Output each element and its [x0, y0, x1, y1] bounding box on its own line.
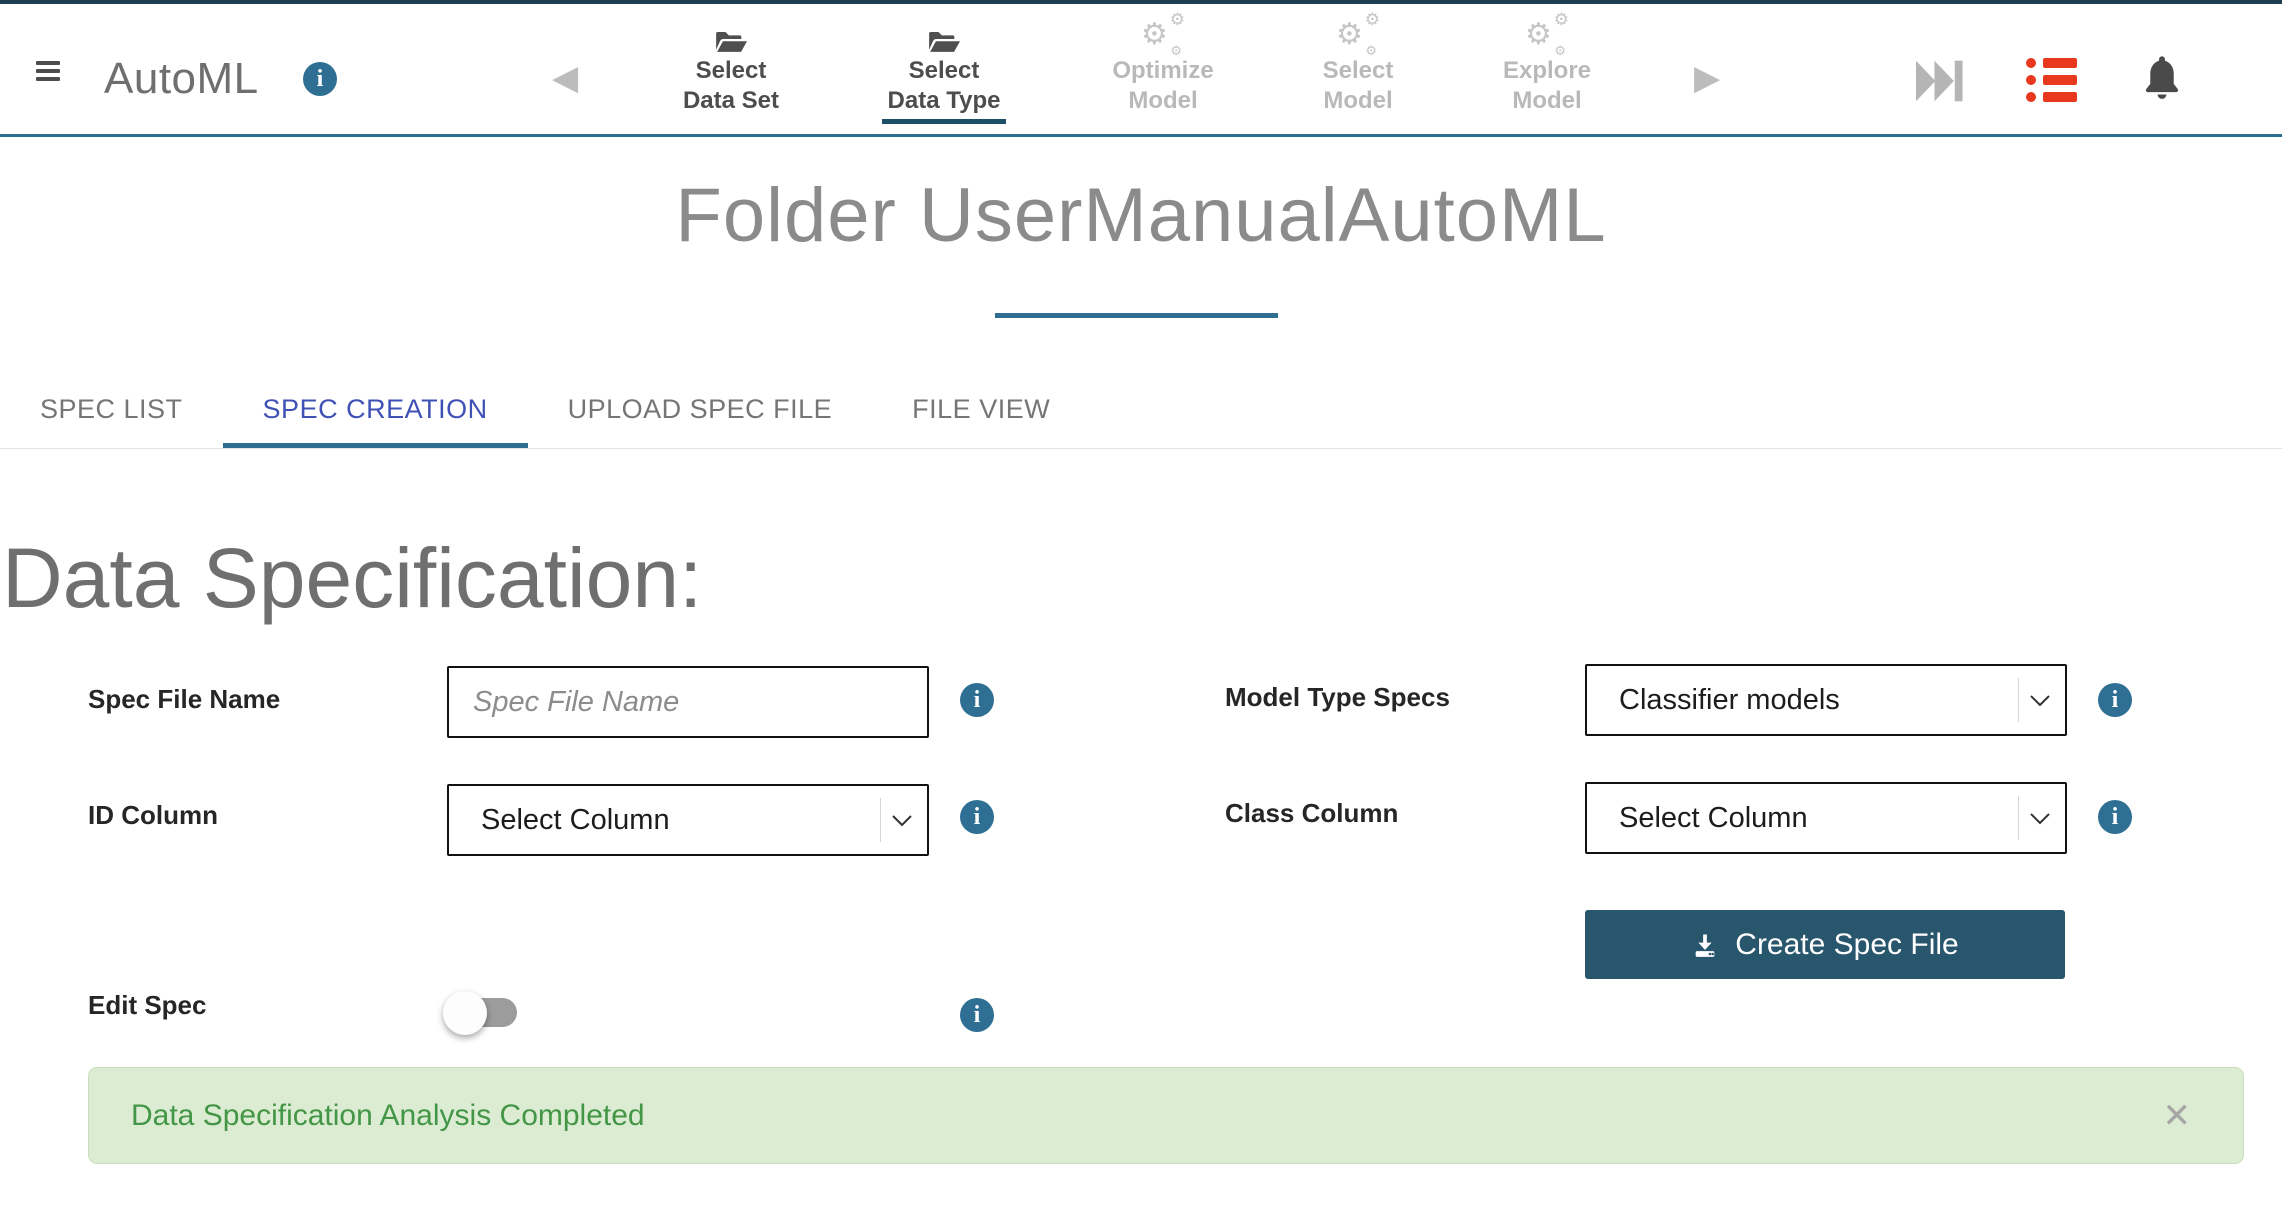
chevron-down-icon [881, 814, 927, 827]
id-column-select[interactable]: Select Column [447, 784, 929, 856]
step-label: Select Model [1270, 56, 1446, 116]
spec-file-name-label: Spec File Name [88, 684, 280, 715]
step-select-data-type[interactable]: Select Data Type [856, 16, 1032, 124]
info-circle-icon[interactable]: i [960, 683, 994, 717]
bell-icon[interactable] [2140, 54, 2184, 107]
gears-icon: ⚙⚙⚙ [1459, 16, 1635, 56]
info-circle-icon[interactable]: i [960, 800, 994, 834]
hamburger-icon[interactable] [36, 61, 62, 83]
folder-open-icon [856, 16, 1032, 56]
download-icon [1691, 931, 1719, 959]
step-optimize-model[interactable]: ⚙⚙⚙ Optimize Model [1075, 16, 1251, 116]
info-circle-icon[interactable]: i [303, 62, 337, 96]
gears-icon: ⚙⚙⚙ [1270, 16, 1446, 56]
stepper-next-arrow[interactable]: ▶ [1694, 58, 1720, 98]
chevron-down-icon [2019, 812, 2065, 825]
model-type-specs-label: Model Type Specs [1225, 682, 1450, 713]
tab-bar: SPEC LIST SPEC CREATION UPLOAD SPEC FILE… [0, 370, 2282, 449]
fast-forward-icon[interactable] [1916, 60, 1964, 107]
tab-file-view[interactable]: FILE VIEW [872, 370, 1090, 449]
create-spec-file-button[interactable]: Create Spec File [1585, 910, 2065, 979]
info-circle-icon[interactable]: i [960, 998, 994, 1032]
tab-upload-spec-file[interactable]: UPLOAD SPEC FILE [528, 370, 873, 449]
info-circle-icon[interactable]: i [2098, 683, 2132, 717]
list-icon[interactable] [2026, 58, 2078, 104]
step-label: Select Data Set [643, 56, 819, 116]
step-label: Explore Model [1459, 56, 1635, 116]
navbar: AutoML i ◀ Select Data Set [0, 4, 2282, 137]
tabs-divider [0, 448, 2282, 449]
app-title: AutoML [104, 54, 259, 104]
step-explore-model[interactable]: ⚙⚙⚙ Explore Model [1459, 16, 1635, 116]
edit-spec-toggle[interactable] [445, 992, 521, 1032]
alert-message: Data Specification Analysis Completed [89, 1099, 2111, 1133]
step-label: Optimize Model [1075, 56, 1251, 116]
step-label: Select Data Type [856, 56, 1032, 124]
folder-open-icon [643, 16, 819, 56]
spec-file-name-input[interactable] [447, 666, 929, 738]
page-title-underline [995, 313, 1278, 318]
id-column-label: ID Column [88, 800, 218, 831]
close-icon[interactable]: ✕ [2111, 1099, 2244, 1133]
step-select-data-set[interactable]: Select Data Set [643, 16, 819, 116]
class-column-label: Class Column [1225, 798, 1398, 829]
step-select-model[interactable]: ⚙⚙⚙ Select Model [1270, 16, 1446, 116]
automl-app-screen: AutoML i ◀ Select Data Set [0, 0, 2282, 1212]
section-heading: Data Specification: [2, 530, 702, 627]
stepper-prev-arrow[interactable]: ◀ [552, 58, 578, 98]
model-type-specs-select[interactable]: Classifier models [1585, 664, 2067, 736]
class-column-select[interactable]: Select Column [1585, 782, 2067, 854]
tab-spec-list[interactable]: SPEC LIST [0, 370, 223, 449]
gears-icon: ⚙⚙⚙ [1075, 16, 1251, 56]
success-alert: Data Specification Analysis Completed ✕ [88, 1067, 2244, 1164]
tab-spec-creation[interactable]: SPEC CREATION [223, 370, 528, 449]
edit-spec-label: Edit Spec [88, 990, 206, 1021]
chevron-down-icon [2019, 694, 2065, 707]
info-circle-icon[interactable]: i [2098, 800, 2132, 834]
page-title: Folder UserManualAutoML [0, 172, 2282, 259]
